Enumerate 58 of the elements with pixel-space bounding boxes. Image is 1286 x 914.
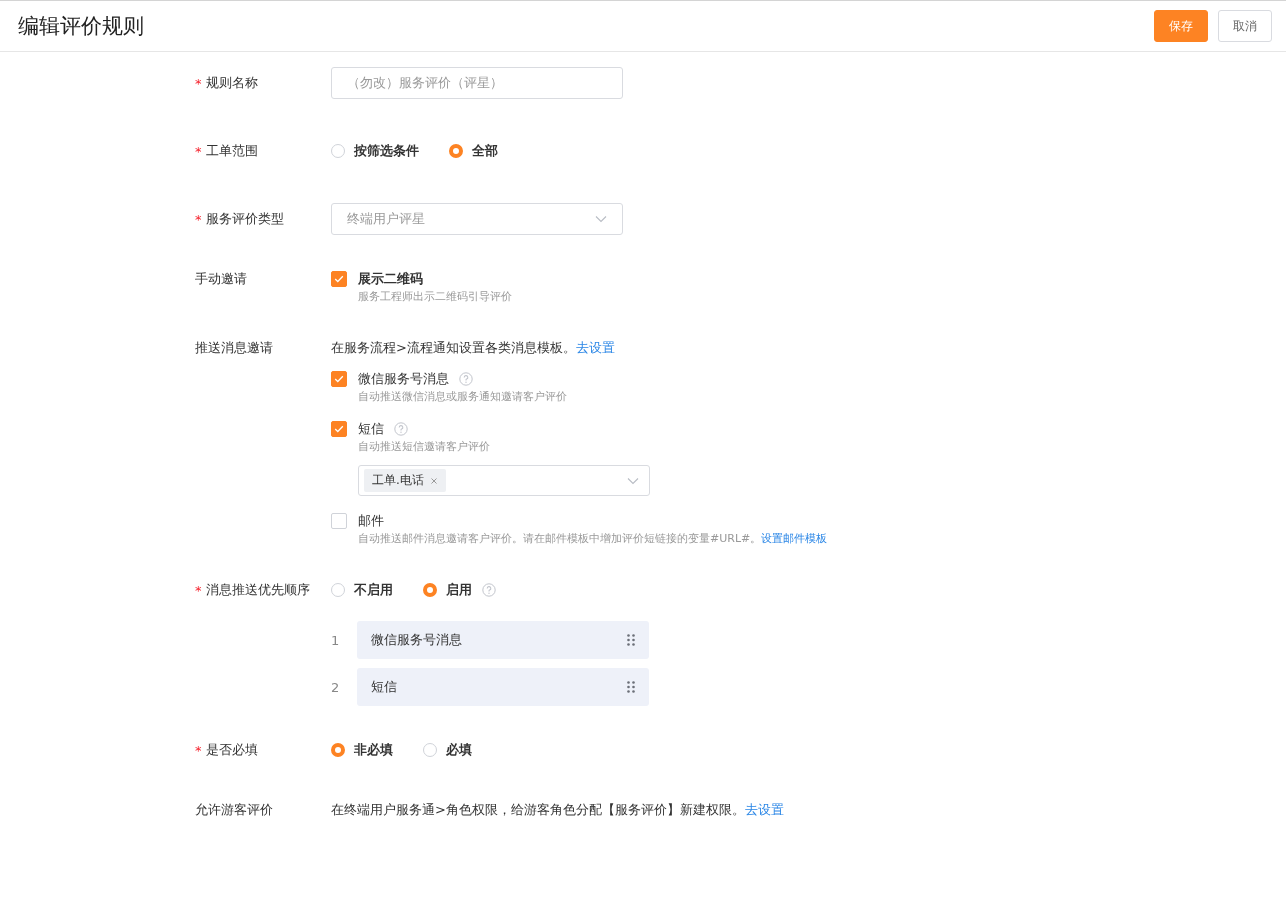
required-asterisk: * (195, 742, 202, 758)
help-icon[interactable] (459, 372, 473, 386)
help-icon[interactable] (394, 422, 408, 436)
radio-label[interactable]: 全部 (472, 142, 498, 160)
instruction-text: 在服务流程>流程通知设置各类消息模板。 (331, 339, 576, 357)
settings-link[interactable]: 去设置 (575, 339, 615, 357)
field-label: 推送消息邀请 (195, 339, 273, 357)
drag-handle-icon[interactable] (627, 634, 635, 646)
field-label: 手动邀请 (195, 270, 247, 288)
required-asterisk: * (195, 75, 202, 91)
radio-button[interactable] (449, 144, 463, 158)
hint-text: 自动推送短信邀请客户评价 (358, 440, 490, 453)
order-number: 1 (331, 632, 341, 648)
sortable-item[interactable]: 微信服务号消息 (357, 621, 649, 659)
radio-button[interactable] (331, 743, 345, 757)
required-asterisk: * (195, 211, 202, 227)
order-number: 2 (331, 679, 341, 695)
checkbox[interactable] (331, 421, 347, 437)
sortable-item[interactable]: 短信 (357, 668, 649, 706)
checkbox-label[interactable]: 展示二维码 (358, 270, 423, 288)
radio-label[interactable]: 必填 (446, 741, 472, 759)
checkbox-label[interactable]: 短信 (358, 420, 384, 438)
instruction-text: 在终端用户服务通>角色权限，给游客角色分配【服务评价】新建权限。 (331, 801, 745, 819)
radio-label[interactable]: 按筛选条件 (354, 142, 419, 160)
radio-label[interactable]: 非必填 (354, 741, 393, 759)
radio-label[interactable]: 不启用 (354, 581, 393, 599)
help-icon[interactable] (482, 583, 496, 597)
check-icon (334, 425, 344, 433)
field-label: 是否必填 (205, 741, 258, 759)
hint-text: 自动推送邮件消息邀请客户评价。请在邮件模板中增加评价短链接的变量#URL#。 (358, 532, 762, 545)
settings-link[interactable]: 去设置 (744, 801, 784, 819)
checkbox[interactable] (331, 371, 347, 387)
field-label: 允许游客评价 (195, 801, 273, 819)
checkbox-label[interactable]: 邮件 (358, 512, 384, 530)
multi-select-field[interactable]: 工单.电话 (358, 465, 650, 496)
checkbox[interactable] (331, 271, 347, 287)
drag-handle-icon[interactable] (627, 681, 635, 693)
checkbox-label[interactable]: 微信服务号消息 (358, 370, 449, 388)
check-icon (334, 275, 344, 283)
field-label: 规则名称 (205, 74, 258, 92)
chevron-down-icon (595, 215, 607, 223)
radio-button[interactable] (423, 583, 437, 597)
field-label: 服务评价类型 (205, 210, 284, 228)
checkbox[interactable] (331, 513, 347, 529)
hint-text: 服务工程师出示二维码引导评价 (358, 290, 512, 303)
hint-text: 自动推送微信消息或服务通知邀请客户评价 (358, 390, 567, 403)
tag: 工单.电话 (364, 469, 446, 492)
close-icon[interactable] (429, 476, 438, 485)
chevron-down-icon (627, 476, 639, 485)
required-asterisk: * (195, 143, 202, 159)
check-icon (334, 375, 344, 383)
field-label: 消息推送优先顺序 (205, 581, 310, 599)
required-asterisk: * (195, 582, 202, 598)
page-title: 编辑评价规则 (18, 13, 144, 40)
field-label: 工单范围 (205, 142, 258, 160)
cancel-button[interactable]: 取消 (1218, 10, 1272, 42)
radio-label[interactable]: 启用 (446, 581, 472, 599)
email-template-link[interactable]: 设置邮件模板 (761, 532, 828, 545)
